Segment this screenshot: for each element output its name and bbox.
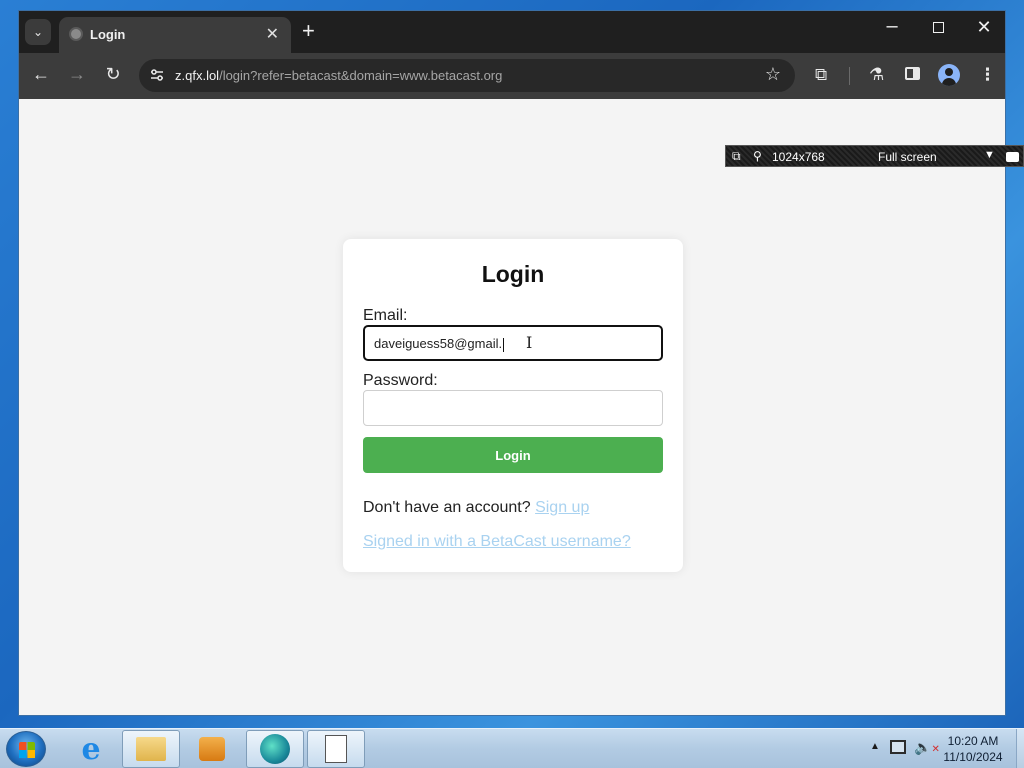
screen-tool-bar: ⧉ ⚲ 1024x768 Full screen ▼ — [725, 145, 1024, 167]
login-button[interactable]: Login — [363, 437, 663, 473]
signup-line: Don't have an account? Sign up — [363, 499, 589, 517]
bookmark-star-icon[interactable]: ☆ — [765, 64, 781, 85]
chevron-down-icon[interactable]: ▼ — [984, 149, 995, 161]
clock-time: 10:20 AM — [947, 734, 999, 748]
url-path: /login?refer=betacast&domain=www.betacas… — [219, 68, 503, 83]
globe-icon — [69, 27, 83, 41]
login-card: Login Email: daveiguess58@gmail. I Passw… — [343, 239, 683, 572]
url-text[interactable]: z.qfx.lol/login?refer=betacast&domain=ww… — [175, 68, 502, 83]
maximize-icon — [932, 22, 944, 33]
taskbar: e ▲ 🔈✕ 10:20 AM 11/10/2024 — [0, 728, 1024, 768]
profile-avatar-icon[interactable] — [938, 64, 960, 86]
tab-bar: ⌄ Login ✕ + – ✕ — [19, 11, 1005, 53]
file-explorer-icon[interactable] — [122, 730, 180, 768]
restore-icon[interactable]: ⧉ — [732, 149, 741, 164]
start-button[interactable] — [6, 731, 46, 767]
tab-search-icon[interactable]: ⌄ — [25, 19, 51, 45]
labs-flask-icon[interactable]: ⚗ — [869, 65, 884, 85]
email-label: Email: — [363, 307, 408, 324]
document-app-icon[interactable] — [307, 730, 365, 768]
network-icon[interactable] — [890, 740, 906, 754]
url-domain: z.qfx.lol — [175, 68, 220, 83]
password-field[interactable] — [363, 390, 663, 426]
edge-browser-icon[interactable] — [246, 730, 304, 768]
ibeam-cursor-icon: I — [526, 333, 533, 352]
extensions-icon[interactable]: ⧉ — [815, 65, 827, 85]
system-clock[interactable]: 10:20 AM 11/10/2024 — [936, 733, 1010, 765]
browser-window: ⌄ Login ✕ + – ✕ ← → ↻ z.qfx.lol/login?re… — [18, 10, 1006, 716]
windows-logo-icon — [19, 742, 35, 758]
betacast-signin-link[interactable]: Signed in with a BetaCast username? — [363, 533, 631, 551]
forward-button[interactable]: → — [65, 64, 89, 85]
back-button[interactable]: ← — [29, 64, 53, 85]
page-title: Login — [481, 261, 545, 287]
show-desktop-button[interactable] — [1016, 729, 1024, 768]
tray-expand-icon[interactable]: ▲ — [870, 741, 880, 752]
email-field[interactable]: daveiguess58@gmail. — [363, 325, 663, 361]
toolbar-divider — [849, 67, 850, 85]
minimize-button[interactable]: – — [877, 15, 907, 38]
tab-login[interactable]: Login ✕ — [59, 17, 291, 53]
clock-date: 11/10/2024 — [943, 750, 1003, 764]
media-player-icon[interactable] — [183, 730, 241, 768]
reload-button[interactable]: ↻ — [101, 64, 125, 85]
browser-toolbar: ← → ↻ z.qfx.lol/login?refer=betacast&dom… — [19, 53, 1005, 99]
new-tab-button[interactable]: + — [302, 20, 315, 42]
side-panel-icon[interactable] — [905, 65, 920, 85]
site-settings-icon[interactable] — [149, 67, 165, 83]
more-menu-icon[interactable]: ⋮ — [979, 65, 996, 85]
resolution-label: 1024x768 — [772, 150, 825, 164]
email-value: daveiguess58@gmail. — [374, 336, 503, 351]
screen-mode-select[interactable]: Full screen — [878, 150, 937, 164]
zoom-icon[interactable]: ⚲ — [753, 149, 762, 163]
window-close-button[interactable]: ✕ — [969, 17, 999, 38]
page-viewport: Login Email: daveiguess58@gmail. I Passw… — [19, 99, 1005, 715]
address-bar[interactable]: z.qfx.lol/login?refer=betacast&domain=ww… — [139, 59, 795, 92]
signup-link[interactable]: Sign up — [535, 499, 589, 516]
tab-title: Login — [90, 27, 126, 42]
signup-prompt: Don't have an account? — [363, 499, 531, 516]
camera-icon[interactable] — [1006, 152, 1019, 162]
maximize-button[interactable] — [923, 19, 953, 38]
text-caret — [503, 337, 505, 352]
close-tab-icon[interactable]: ✕ — [266, 24, 279, 44]
internet-explorer-icon[interactable]: e — [62, 730, 120, 768]
password-label: Password: — [363, 372, 438, 389]
